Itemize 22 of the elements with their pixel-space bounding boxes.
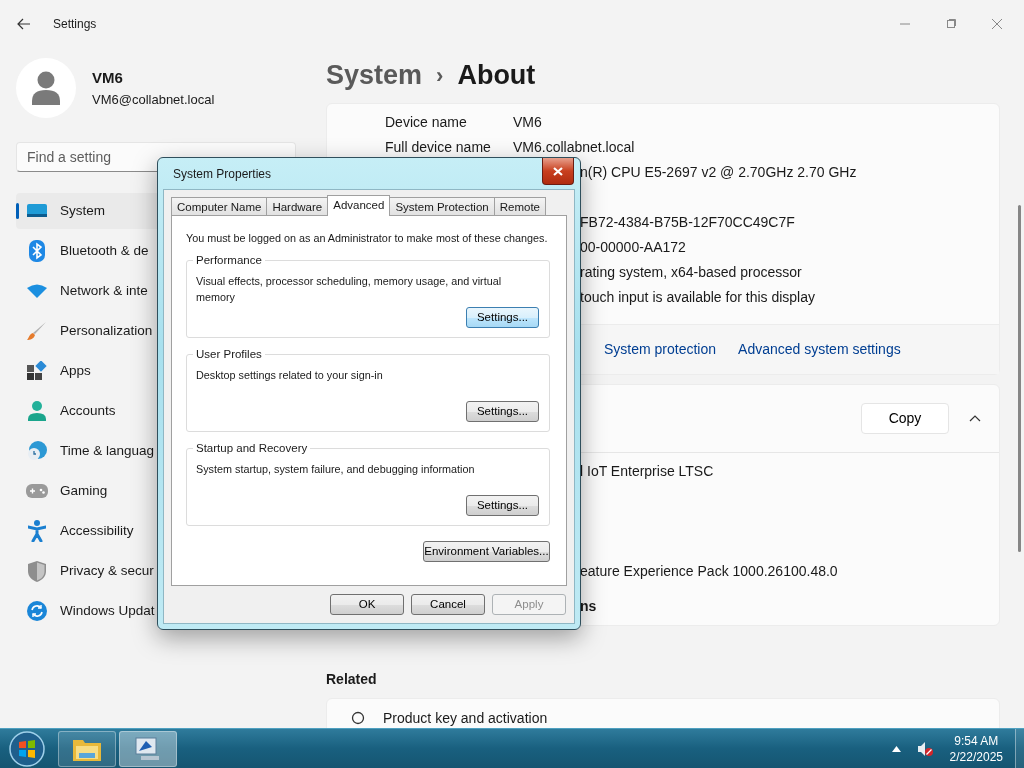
group-description: Desktop settings related to your sign-in [196, 368, 384, 384]
spec-label: Device name [385, 113, 468, 132]
spec-value: VM6 [513, 113, 542, 132]
spec-value: 00-00000-AA172 [580, 238, 686, 257]
spec-value: l IoT Enterprise LTSC [580, 462, 714, 481]
page-title: About [457, 58, 536, 92]
window-title: Settings [53, 16, 97, 33]
spec-value: n(R) CPU E5-2697 v2 @ 2.70GHz 2.70 GHz [580, 163, 857, 182]
spec-value: touch input is available for this display [580, 288, 816, 307]
notice-text: You must be logged on as an Administrator to make most of these changes. [186, 231, 549, 246]
spec-label: Full device name [385, 138, 492, 157]
user-name: VM6 [92, 68, 124, 88]
group-description: Visual effects, processor scheduling, memory usage, and virtual memory [196, 274, 503, 306]
spec-value: rating system, x64-based processor [580, 263, 802, 282]
spec-value: VM6.collabnet.local [513, 138, 635, 157]
section-heading: Related [326, 670, 378, 689]
spec-value: eature Experience Pack 1000.26100.48.0 [580, 562, 838, 581]
user-email: VM6@collabnet.local [92, 90, 215, 109]
spec-value: FB72-4384-B75B-12F70CC49C7F [580, 213, 795, 232]
breadcrumb-separator: › [436, 61, 444, 90]
group-description: System startup, system failure, and debugging information [196, 462, 476, 478]
group-title: Startup and Recovery [193, 441, 311, 456]
